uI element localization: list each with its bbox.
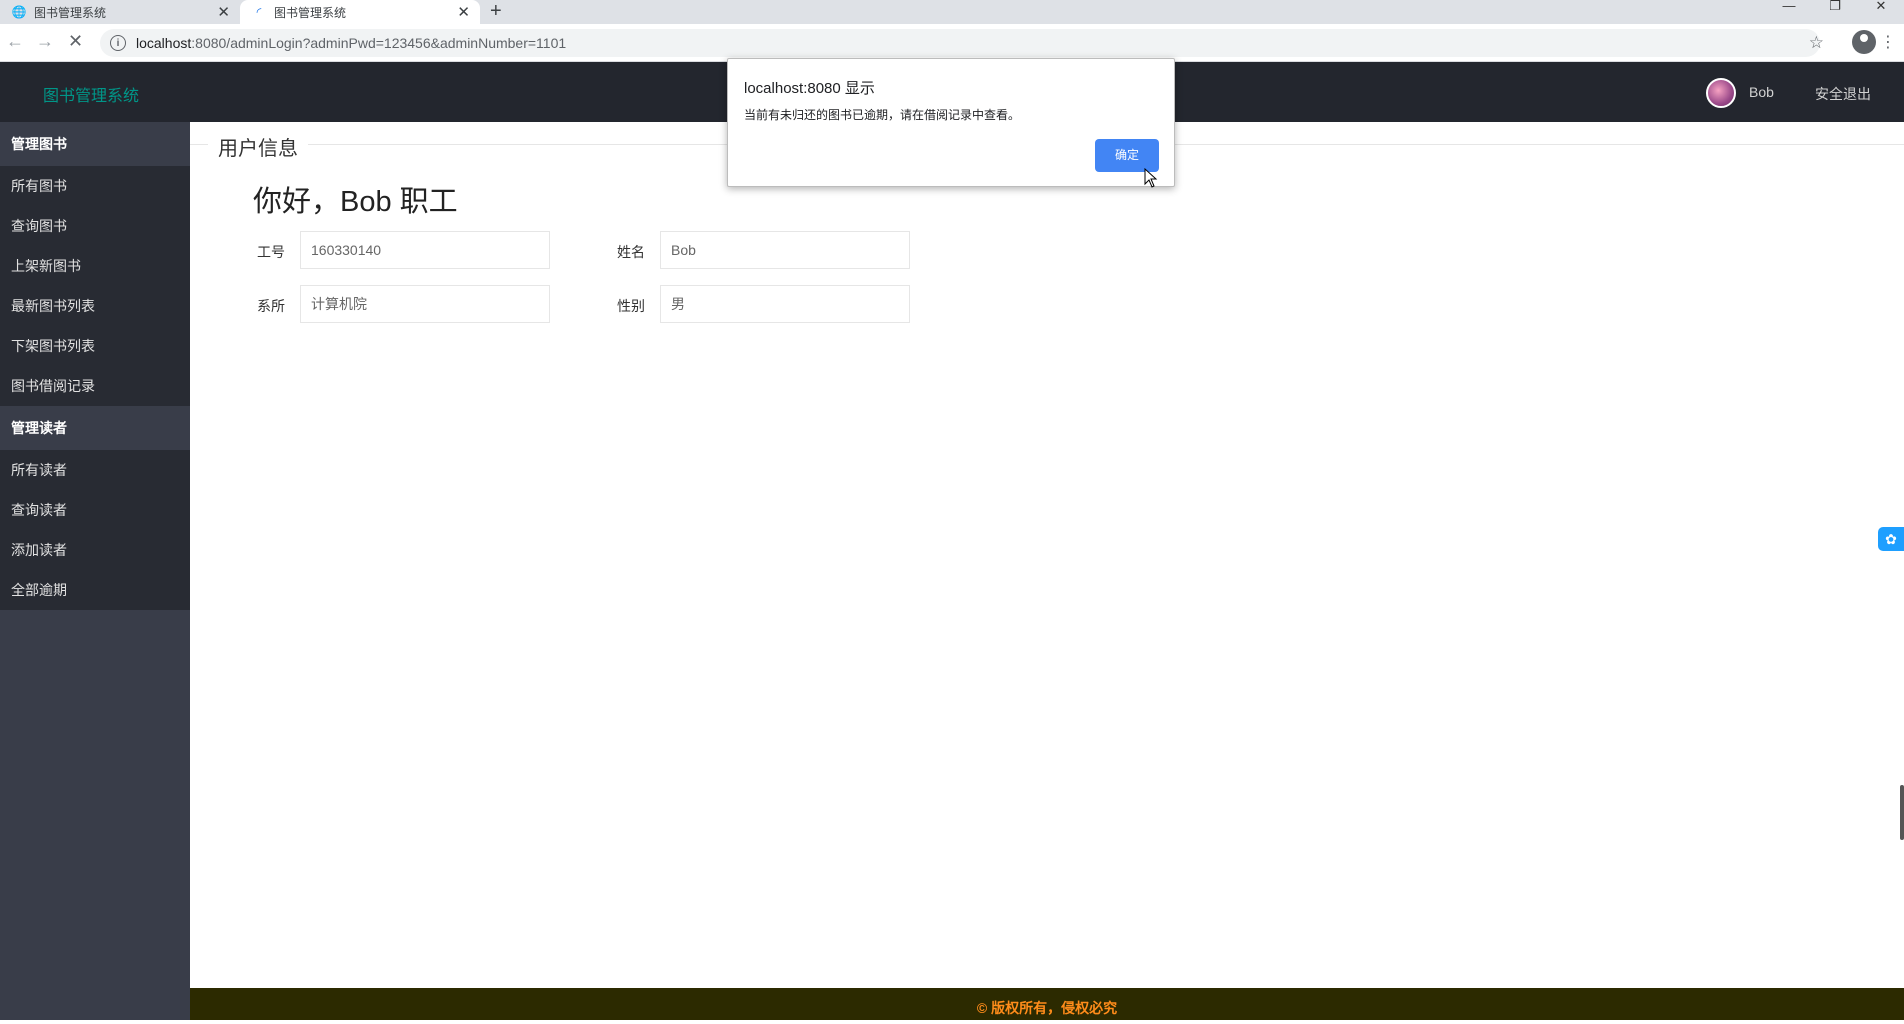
sidebar-item-borrow-records[interactable]: 图书借阅记录 xyxy=(0,366,190,406)
browser-tab-2[interactable]: ◜ 图书管理系统 ✕ xyxy=(240,0,480,24)
number-field[interactable]: 160330140 xyxy=(300,231,550,269)
close-window-button[interactable]: ✕ xyxy=(1858,0,1904,24)
profile-icon[interactable] xyxy=(1852,30,1876,54)
url-host: localhost xyxy=(136,35,192,51)
new-tab-button[interactable]: + xyxy=(490,0,502,23)
bookmark-star-icon[interactable]: ☆ xyxy=(1809,33,1824,53)
logout-link[interactable]: 安全退出 xyxy=(1815,84,1871,104)
minimize-button[interactable]: — xyxy=(1766,0,1812,24)
user-name[interactable]: Bob xyxy=(1749,84,1774,100)
sidebar-item-all-overdue[interactable]: 全部逾期 xyxy=(0,570,190,610)
globe-icon: 🌐 xyxy=(11,5,27,19)
footer: © 版权所有，侵权必究 xyxy=(190,988,1904,1020)
browser-tabstrip: 🌐 图书管理系统 ✕ ◜ 图书管理系统 ✕ + — ❐ ✕ xyxy=(0,0,1904,24)
forward-arrow-icon[interactable]: → xyxy=(36,31,54,52)
window-controls: — ❐ ✕ xyxy=(1766,0,1904,24)
float-share-icon[interactable]: ✿ xyxy=(1878,527,1904,551)
sidebar-item-search-readers[interactable]: 查询读者 xyxy=(0,490,190,530)
mouse-cursor-icon xyxy=(1144,168,1158,188)
sidebar-item-all-readers[interactable]: 所有读者 xyxy=(0,450,190,490)
dept-label: 系所 xyxy=(257,298,285,314)
name-label: 姓名 xyxy=(617,244,645,260)
close-tab-icon[interactable]: ✕ xyxy=(457,3,470,21)
sidebar-group-readers[interactable]: 管理读者 xyxy=(0,406,190,450)
back-arrow-icon[interactable]: ← xyxy=(6,31,24,52)
gender-label: 性别 xyxy=(617,298,645,314)
gender-field[interactable]: 男 xyxy=(660,285,910,323)
tab-title: 图书管理系统 xyxy=(34,5,107,20)
sidebar-item-add-reader[interactable]: 添加读者 xyxy=(0,530,190,570)
address-bar[interactable]: i localhost:8080/adminLogin?adminPwd=123… xyxy=(100,29,1820,57)
restore-button[interactable]: ❐ xyxy=(1812,0,1858,24)
browser-tab-1[interactable]: 🌐 图书管理系统 ✕ xyxy=(0,0,240,24)
scrollbar-thumb[interactable] xyxy=(1900,785,1904,840)
alert-dialog: localhost:8080 显示 当前有未归还的图书已逾期，请在借阅记录中查看… xyxy=(727,58,1175,187)
info-icon[interactable]: i xyxy=(110,35,126,51)
name-field[interactable]: Bob xyxy=(660,231,910,269)
section-title: 用户信息 xyxy=(208,132,308,161)
sidebar-item-removed-books[interactable]: 下架图书列表 xyxy=(0,326,190,366)
url-path: :8080/adminLogin?adminPwd=123456&adminNu… xyxy=(191,35,567,51)
tab-title: 图书管理系统 xyxy=(274,5,347,20)
greeting: 你好，Bob 职工 xyxy=(253,186,458,218)
dialog-title: localhost:8080 显示 xyxy=(744,80,875,97)
sidebar-item-add-book[interactable]: 上架新图书 xyxy=(0,246,190,286)
app-logo[interactable]: 图书管理系统 xyxy=(43,82,139,106)
dialog-message: 当前有未归还的图书已逾期，请在借阅记录中查看。 xyxy=(744,108,1021,122)
side-menu: 管理图书 所有图书 查询图书 上架新图书 最新图书列表 下架图书列表 图书借阅记… xyxy=(0,122,190,610)
avatar[interactable] xyxy=(1706,78,1736,108)
number-label: 工号 xyxy=(257,244,285,260)
sidebar-item-search-books[interactable]: 查询图书 xyxy=(0,206,190,246)
browser-toolbar: ← → ✕ i localhost:8080/adminLogin?adminP… xyxy=(0,24,1904,62)
sidebar-item-latest-books[interactable]: 最新图书列表 xyxy=(0,286,190,326)
main-content: 用户信息 你好，Bob 职工 工号 160330140 姓名 Bob 系所 计算… xyxy=(190,122,1904,988)
menu-kebab-icon[interactable]: ⋮ xyxy=(1880,32,1896,52)
close-tab-icon[interactable]: ✕ xyxy=(217,3,230,21)
sidebar-group-books[interactable]: 管理图书 xyxy=(0,122,190,166)
stop-icon[interactable]: ✕ xyxy=(68,31,83,52)
sidebar-item-all-books[interactable]: 所有图书 xyxy=(0,166,190,206)
loading-icon: ◜ xyxy=(256,5,262,19)
dept-field[interactable]: 计算机院 xyxy=(300,285,550,323)
sidebar: 管理图书 所有图书 查询图书 上架新图书 最新图书列表 下架图书列表 图书借阅记… xyxy=(0,122,190,1020)
